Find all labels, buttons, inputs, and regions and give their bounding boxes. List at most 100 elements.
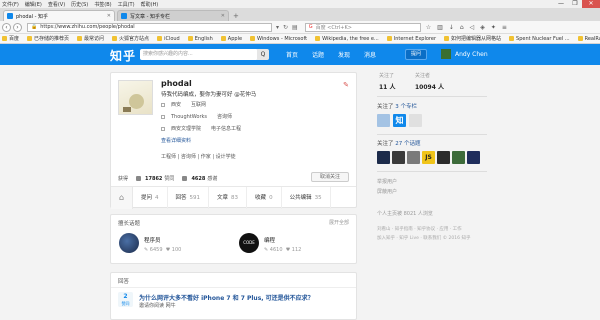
bookmark-item[interactable]: 如何把编辑器从网格站: [444, 35, 501, 42]
menu-edit[interactable]: 编辑(E): [25, 1, 42, 8]
zhihu-column-icon[interactable]: 知: [393, 114, 406, 127]
bookmark-item[interactable]: English: [187, 35, 213, 42]
bookmark-item[interactable]: iCloud: [157, 36, 180, 42]
reload-icon[interactable]: ↻: [283, 24, 288, 31]
nav-home[interactable]: 首页: [286, 50, 298, 59]
topic-avatar[interactable]: [392, 151, 405, 164]
web-search-input[interactable]: G 百度 <Ctrl+K>: [304, 22, 421, 32]
download-icon[interactable]: ↓: [449, 24, 454, 31]
vote-count-box[interactable]: 2 赞同: [118, 292, 133, 307]
expand-all-link[interactable]: 展开全部: [329, 219, 349, 226]
reader-mode-icon[interactable]: ▤: [292, 24, 298, 31]
pocket-icon[interactable]: ◈: [480, 24, 485, 31]
topic-avatar[interactable]: [407, 151, 420, 164]
topic-item[interactable]: CODE 编程 ✎ 4610 ♥ 112: [239, 233, 301, 253]
tab-collections[interactable]: 收藏 0: [247, 186, 282, 209]
column-avatar[interactable]: [409, 114, 422, 127]
star-icon[interactable]: ☆: [426, 24, 431, 31]
close-tab-icon[interactable]: ✕: [107, 13, 111, 19]
bookmark-item[interactable]: 最常访问: [77, 35, 104, 42]
bookmark-item[interactable]: Windows - Microsoft: [250, 36, 307, 42]
tab-phodal[interactable]: phodal - 知乎 ✕: [3, 10, 115, 21]
bookmark-item[interactable]: Spent Nuclear Fuel ...: [509, 36, 570, 42]
maximize-button[interactable]: ❐: [568, 0, 582, 8]
view-details-link[interactable]: 查看详细资料: [161, 137, 191, 144]
footer-links-1[interactable]: 刘看山 · 知乎指南 · 知乎协议 · 应用 · 工作: [377, 226, 462, 232]
topics-link[interactable]: 27 个话题: [395, 141, 420, 147]
block-user-link[interactable]: 屏蔽用户: [377, 188, 397, 195]
columns-link[interactable]: 3 个专栏: [395, 104, 417, 110]
js-topic-icon[interactable]: JS: [422, 151, 435, 164]
tab-public-edits[interactable]: 公共编辑 35: [282, 186, 331, 209]
zhihu-logo[interactable]: 知乎: [110, 47, 136, 64]
user-menu[interactable]: Andy Chen: [441, 49, 488, 59]
menu-bookmarks[interactable]: 书签(B): [94, 1, 111, 8]
ask-question-button[interactable]: 提问: [405, 49, 427, 60]
nav-topics[interactable]: 话题: [312, 50, 324, 59]
following-count[interactable]: 11 人: [379, 82, 395, 91]
briefcase-icon: [161, 114, 165, 119]
footer-links-2[interactable]: 加入知乎 · 知乎 Live · 联系我们 © 2016 知乎: [377, 235, 470, 241]
bookmark-item[interactable]: RealRailway.com: [577, 36, 600, 42]
thumbs-up-icon: [136, 176, 142, 181]
share-icon[interactable]: ◁: [470, 24, 475, 31]
bookmark-item[interactable]: 已存储的推荐页: [27, 35, 69, 42]
avatar: [441, 49, 451, 59]
tab-label: phodal - 知乎: [16, 13, 49, 20]
topic-item[interactable]: 程序员 ✎ 6459 ♥ 100: [119, 233, 181, 253]
pencil-icon[interactable]: ✎: [343, 81, 349, 89]
bookmark-icon: [112, 36, 118, 41]
bookmark-item[interactable]: 百度: [2, 35, 19, 42]
zhihu-search-input[interactable]: 搜索你感兴趣的内容...: [140, 49, 258, 60]
major: 电子信息工程: [211, 126, 242, 132]
tab-answers[interactable]: 回答 591: [168, 186, 210, 209]
unfollow-button[interactable]: 取消关注: [311, 172, 349, 182]
back-icon[interactable]: ‹: [2, 22, 11, 32]
menu-tools[interactable]: 工具(T): [118, 1, 135, 8]
bookmark-item[interactable]: Wikipedia, the free e...: [315, 36, 379, 42]
tab-questions[interactable]: 提问 4: [133, 186, 168, 209]
menu-help[interactable]: 帮助(H): [141, 1, 159, 8]
bookmark-label: English: [194, 35, 213, 42]
topic-avatar[interactable]: [467, 151, 480, 164]
nav-discover[interactable]: 发现: [338, 50, 350, 59]
location-row: 西安 互联网: [161, 101, 206, 108]
library-icon[interactable]: ▥: [437, 24, 443, 31]
menu-file[interactable]: 文件(F): [2, 1, 19, 8]
tab-label: 写文章 - 知乎专栏: [130, 13, 170, 20]
bookmark-item[interactable]: 火狐官方站点: [112, 35, 149, 42]
forward-icon[interactable]: ›: [13, 22, 22, 32]
bookmark-icon: [187, 36, 193, 41]
topic-avatar: [119, 233, 139, 253]
bookmark-icon: [2, 36, 7, 41]
topic-avatar[interactable]: [377, 151, 390, 164]
search-icon[interactable]: Q: [257, 49, 269, 60]
topic-avatar[interactable]: [437, 151, 450, 164]
question-title-link[interactable]: 为什么网评大多不看好 iPhone 7 和 7 Plus, 可还是供不应求？: [139, 293, 314, 302]
dropdown-icon[interactable]: ▾: [276, 24, 279, 31]
nav-messages[interactable]: 消息: [364, 50, 376, 59]
extension-icon[interactable]: ✦: [491, 24, 496, 31]
home-icon[interactable]: ⌂: [111, 186, 133, 209]
minimize-button[interactable]: —: [554, 0, 568, 8]
followers-count[interactable]: 10094 人: [415, 82, 444, 91]
bookmark-label: Wikipedia, the free e...: [322, 35, 379, 42]
menu-history[interactable]: 历史(S): [71, 1, 88, 8]
url-text: https://www.zhihu.com/people/phodal: [40, 24, 135, 30]
home-icon[interactable]: ⌂: [460, 24, 464, 31]
column-avatar[interactable]: [377, 114, 390, 127]
new-tab-button[interactable]: +: [233, 12, 239, 21]
url-bar[interactable]: 🔒 https://www.zhihu.com/people/phodal: [27, 22, 272, 32]
profile-name: phodal: [161, 79, 192, 88]
close-tab-icon[interactable]: ✕: [221, 13, 225, 19]
menu-view[interactable]: 查看(V): [48, 1, 65, 8]
bookmark-item[interactable]: Apple: [220, 36, 242, 42]
report-user-link[interactable]: 举报用户: [377, 178, 397, 185]
tab-write-article[interactable]: 写文章 - 知乎专栏 ✕: [117, 10, 229, 21]
tab-articles[interactable]: 文章 83: [209, 186, 248, 209]
topic-avatar[interactable]: [452, 151, 465, 164]
menu-icon[interactable]: ≡: [502, 24, 507, 31]
close-window-button[interactable]: ✕: [582, 0, 600, 8]
location-icon: [161, 102, 165, 107]
bookmark-item[interactable]: Internet Explorer: [386, 36, 436, 42]
